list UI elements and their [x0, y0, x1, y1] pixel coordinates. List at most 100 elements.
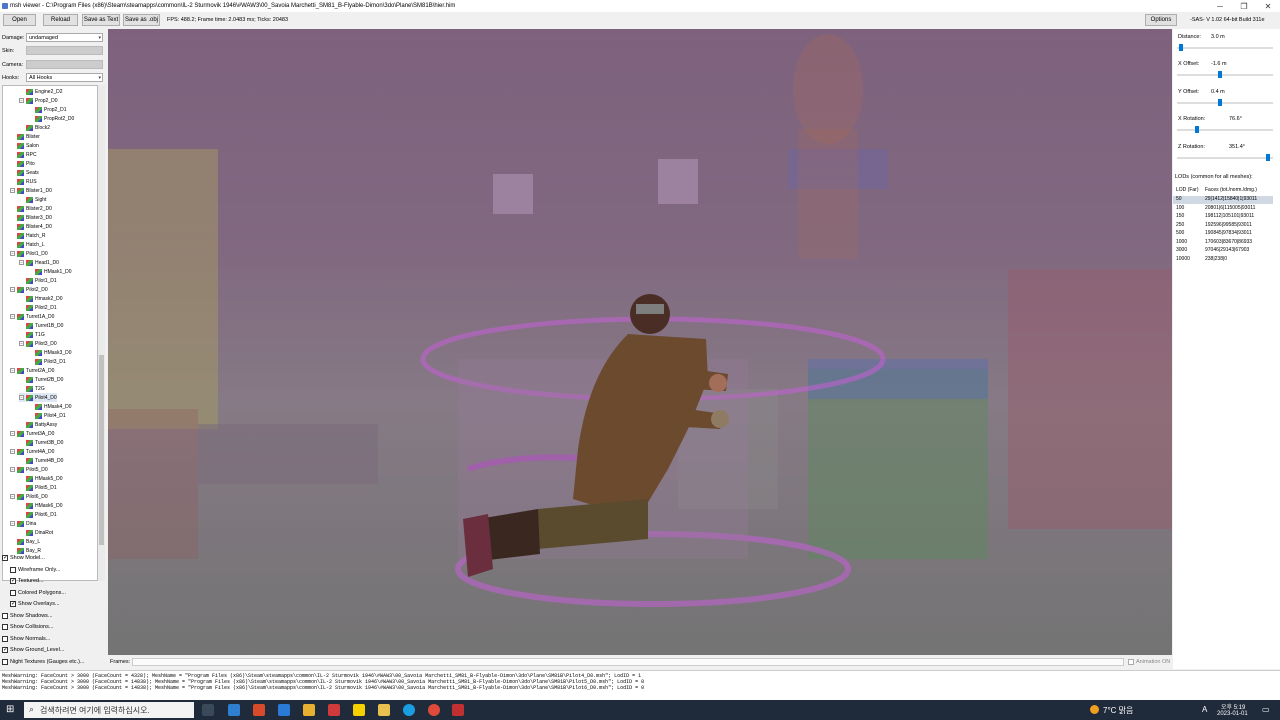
tree-item[interactable]: Blister4_D0	[10, 222, 52, 231]
checkbox-box[interactable]	[2, 612, 8, 619]
option-checkbox[interactable]: Wireframe Only...	[10, 566, 60, 573]
tree-item[interactable]: Seats	[10, 168, 39, 177]
tree-item[interactable]: − Pilot2_D0	[10, 285, 48, 294]
tree-item[interactable]: Pilot3_D1	[28, 357, 66, 366]
tree-item[interactable]: Turret1B_D0	[19, 321, 63, 330]
minimize-button[interactable]: ─	[1208, 0, 1232, 12]
tree-item[interactable]: Turret2B_D0	[19, 375, 63, 384]
slider-knob[interactable]	[1266, 154, 1271, 161]
tree-item[interactable]: Hatch_R	[10, 231, 45, 240]
3d-viewport[interactable]	[108, 29, 1172, 655]
slider-knob[interactable]	[1178, 44, 1183, 51]
collapse-toggle-icon[interactable]: −	[19, 260, 24, 265]
edge-icon[interactable]	[403, 704, 415, 716]
frames-slider[interactable]	[132, 658, 1124, 666]
skin-select[interactable]	[26, 46, 103, 55]
hooks-select[interactable]: All Hooks ▾	[26, 73, 103, 82]
clock-date[interactable]: 2023-01-01	[1217, 711, 1248, 717]
msh-viewer-icon[interactable]	[452, 704, 464, 716]
tree-item[interactable]: Bay_R	[10, 546, 41, 555]
checkmark-icon[interactable]: ✓	[2, 555, 8, 561]
tree-item[interactable]: Engine2_D2	[19, 87, 63, 96]
option-checkbox[interactable]: ✓ Show Ground_Level...	[2, 647, 64, 653]
tree-item[interactable]: Pilot2_D1	[19, 303, 57, 312]
notification-icon[interactable]: ▭	[1262, 705, 1270, 714]
tree-item[interactable]: RUS	[10, 177, 37, 186]
tree-item[interactable]: − Turret3A_D0	[10, 429, 54, 438]
option-checkbox[interactable]: Show Collisions...	[2, 624, 53, 630]
tree-item[interactable]: Bay_L	[10, 537, 40, 546]
tree-item[interactable]: BattyAssy	[19, 420, 57, 429]
slider-knob[interactable]	[1195, 126, 1200, 133]
checkbox-box[interactable]	[10, 566, 16, 573]
collapse-toggle-icon[interactable]: −	[19, 98, 24, 103]
collapse-toggle-icon[interactable]: −	[19, 341, 24, 346]
lod-row[interactable]: 500 190845|97834|93011	[1173, 230, 1273, 238]
file-explorer-icon[interactable]	[378, 704, 390, 716]
chrome-icon[interactable]	[428, 704, 440, 716]
tree-item[interactable]: T1G	[19, 330, 45, 339]
tree-item[interactable]: − Blister1_D0	[10, 186, 52, 195]
close-button[interactable]: ✕	[1256, 0, 1280, 12]
option-checkbox[interactable]: ✓ Textured...	[10, 578, 44, 584]
option-checkbox[interactable]: Show Normals...	[2, 635, 50, 642]
tree-item[interactable]: PropRot2_D0	[28, 114, 74, 123]
slider-knob[interactable]	[1218, 71, 1223, 78]
reload-button[interactable]: Reload	[43, 14, 78, 26]
tree-item[interactable]: Blister3_D0	[10, 213, 52, 222]
checkbox-box[interactable]	[10, 589, 16, 596]
collapse-toggle-icon[interactable]: −	[10, 188, 15, 193]
hierarchy-tree[interactable]: Engine2_D2 − Prop2_D0 Prop2_D1 PropRot2_D0 Bl…	[2, 85, 98, 581]
lod-row[interactable]: 3000 97046|29143|67903	[1173, 247, 1273, 255]
tree-item[interactable]: Block2	[19, 123, 50, 132]
collapse-toggle-icon[interactable]: −	[19, 395, 24, 400]
maximize-button[interactable]: ❐	[1232, 0, 1256, 12]
kakaotalk-icon[interactable]	[353, 704, 365, 716]
tree-item[interactable]: − Prop2_D0	[19, 96, 58, 105]
checkmark-icon[interactable]: ✓	[10, 601, 16, 607]
camera-select[interactable]	[26, 60, 103, 69]
collapse-toggle-icon[interactable]: −	[10, 521, 15, 526]
tree-item[interactable]: − Pilot4_D0	[19, 393, 57, 402]
option-checkbox[interactable]: ✓ Show Model...	[2, 555, 45, 561]
log-output[interactable]: MeshWarning: FaceCount > 3000 (FaceCount…	[0, 670, 1280, 700]
checkbox-box[interactable]	[2, 624, 8, 630]
tree-item[interactable]: HMask5_D0	[19, 474, 63, 483]
x-offset-slider[interactable]	[1177, 71, 1273, 78]
clock-time[interactable]: 오후 5:19	[1221, 702, 1245, 711]
option-checkbox[interactable]: Colored Polygons...	[10, 589, 66, 596]
tree-item[interactable]: Pilot1_D1	[19, 276, 57, 285]
save-as-text-button[interactable]: Save as Text	[82, 14, 120, 26]
tree-item[interactable]: HMask6_D0	[19, 501, 63, 510]
tree-item[interactable]: Turret4B_D0	[19, 456, 63, 465]
animation-checkbox[interactable]	[1128, 659, 1134, 665]
lod-row[interactable]: 10000 238|238|0	[1173, 256, 1273, 264]
tree-item[interactable]: RPC	[10, 150, 37, 159]
collapse-toggle-icon[interactable]: −	[10, 494, 15, 499]
collapse-toggle-icon[interactable]: −	[10, 314, 15, 319]
tree-item[interactable]: − Head1_D0	[19, 258, 59, 267]
tree-item[interactable]: − Turret4A_D0	[10, 447, 54, 456]
collapse-toggle-icon[interactable]: −	[10, 449, 15, 454]
save-as-obj-button[interactable]: Save as .obj	[123, 14, 160, 26]
tree-item[interactable]: Pilot6_D1	[19, 510, 57, 519]
collapse-toggle-icon[interactable]: −	[10, 368, 15, 373]
tree-item[interactable]: Pilot4_D1	[28, 411, 66, 420]
y-offset-slider[interactable]	[1177, 99, 1273, 106]
checkmark-icon[interactable]: ✓	[10, 578, 16, 584]
open-button[interactable]: Open	[3, 14, 36, 26]
tree-item[interactable]: − Pilot1_D0	[10, 249, 48, 258]
tree-item[interactable]: Pilot5_D1	[19, 483, 57, 492]
collapse-toggle-icon[interactable]: −	[10, 251, 15, 256]
checkbox-box[interactable]	[2, 635, 8, 642]
tree-item[interactable]: Sight	[19, 195, 46, 204]
tree-item[interactable]: − Pilot6_D0	[10, 492, 48, 501]
collapse-toggle-icon[interactable]: −	[10, 287, 15, 292]
store-icon[interactable]	[228, 704, 240, 716]
app-icon-red2[interactable]	[328, 704, 340, 716]
lod-row[interactable]: 100 20801|6|115005|93011	[1173, 205, 1273, 213]
tree-item[interactable]: Pito	[10, 159, 35, 168]
lod-row[interactable]: 1000 170603|83670|86933	[1173, 239, 1273, 247]
tree-item[interactable]: DinaRot	[19, 528, 53, 537]
checkmark-icon[interactable]: ✓	[2, 647, 8, 653]
